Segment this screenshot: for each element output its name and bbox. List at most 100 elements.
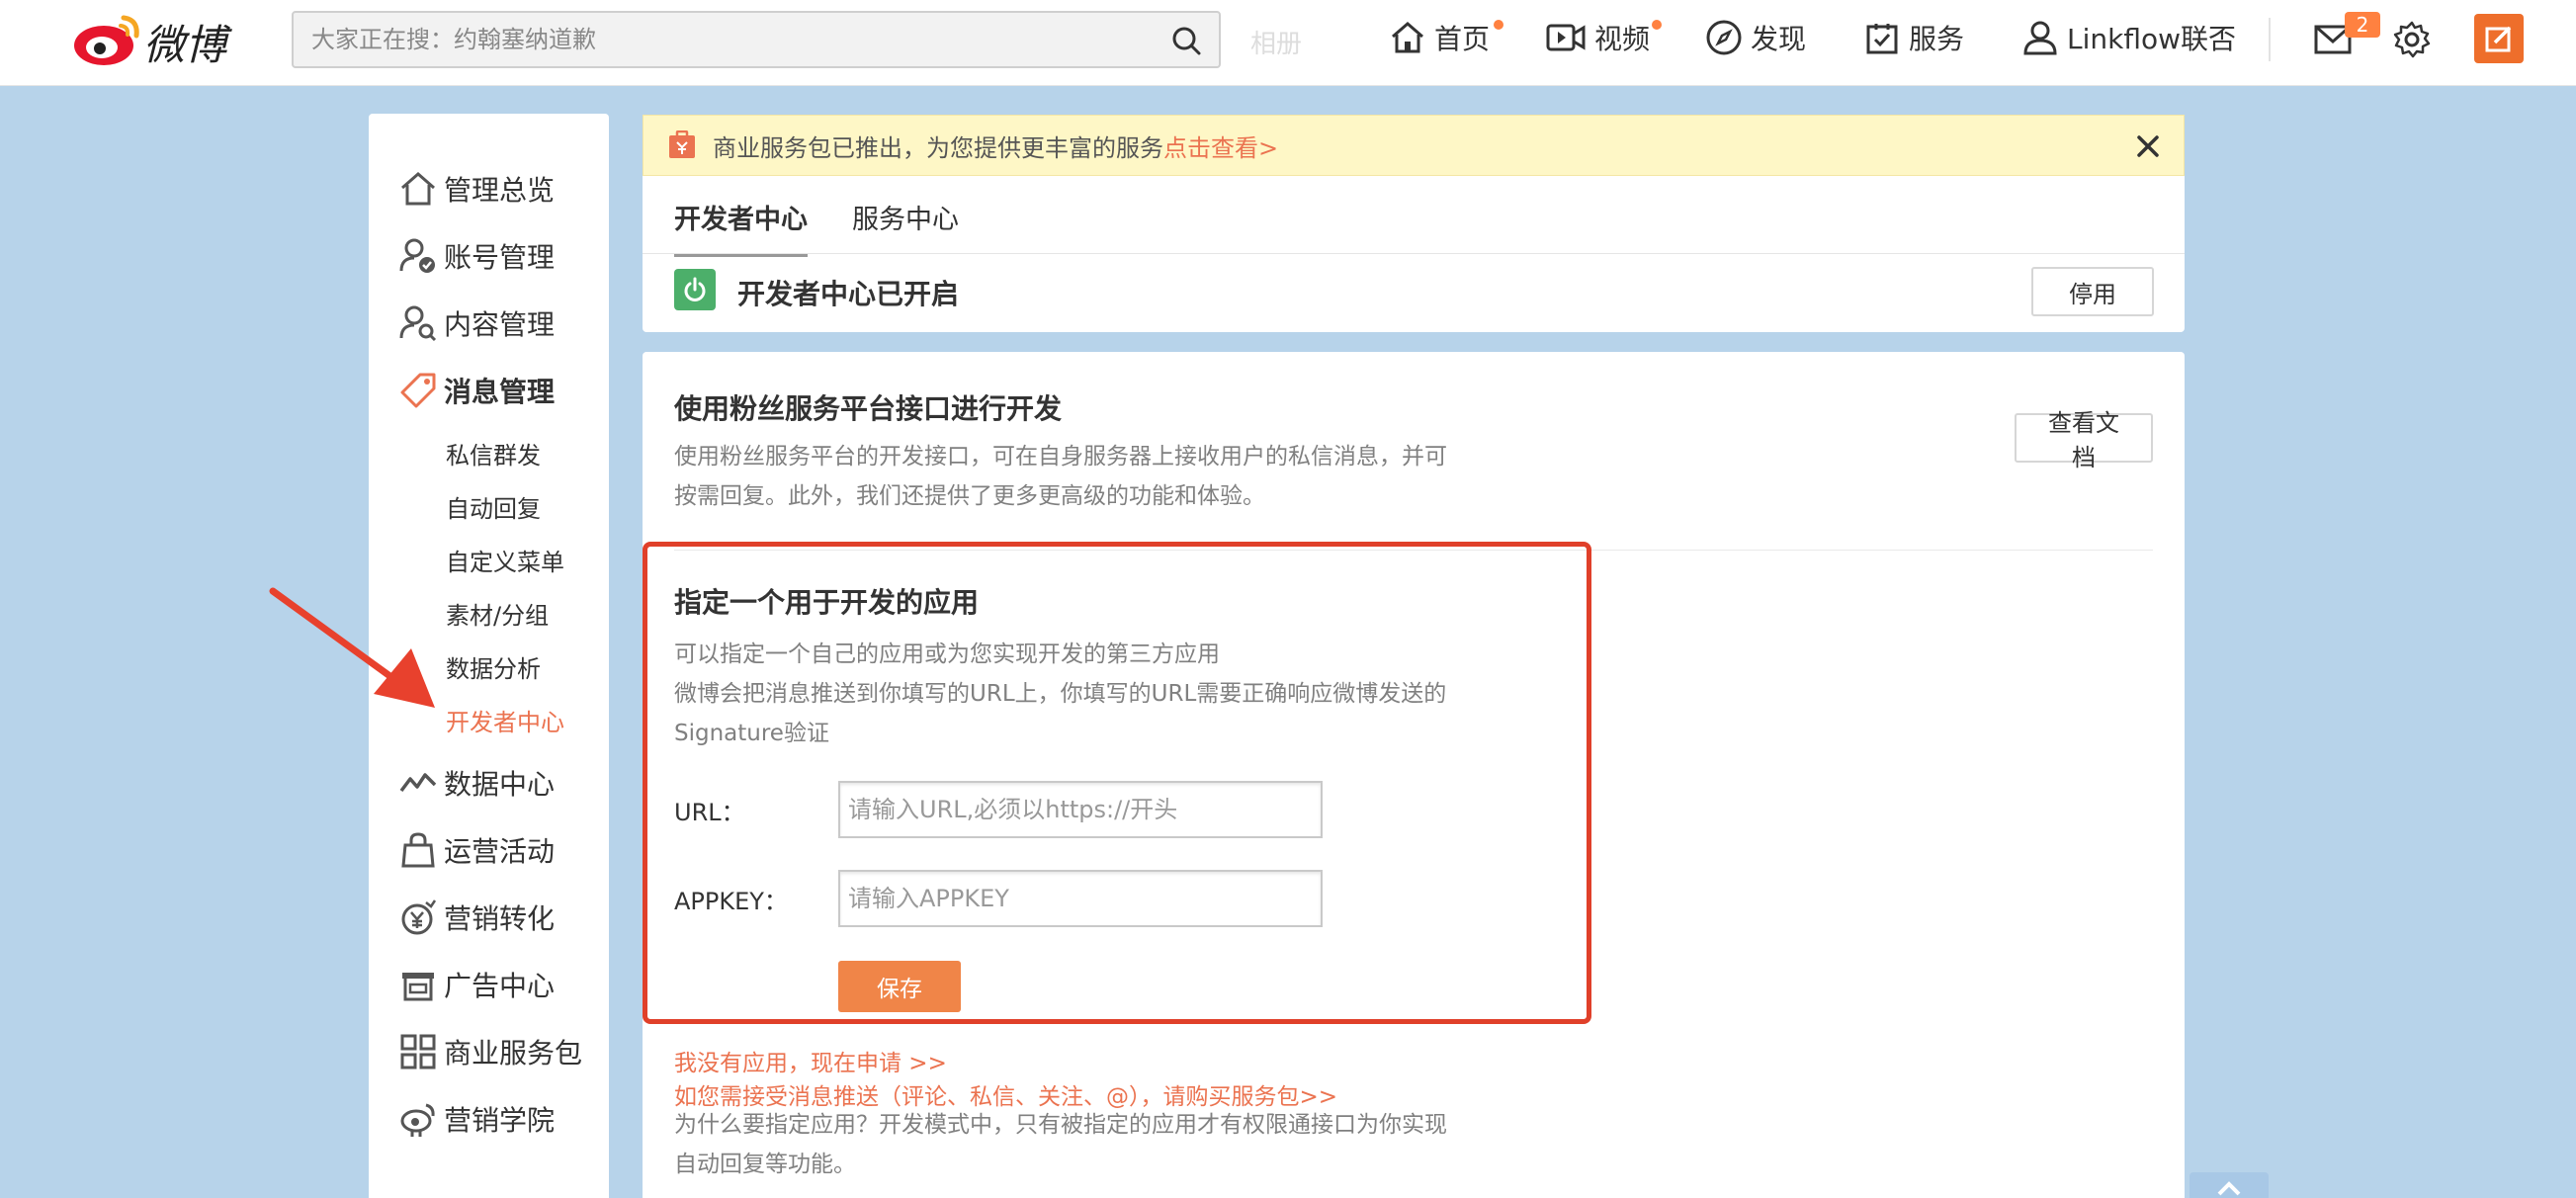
shopping-bag-icon bbox=[401, 832, 435, 868]
developer-status-panel: 开发者中心 服务中心 开发者中心已开启 停用 bbox=[643, 176, 2185, 332]
intro-description: 使用粉丝服务平台的开发接口，可在自身服务器上接收用户的私信消息，并可 按需回复。… bbox=[674, 437, 1524, 516]
power-status-icon bbox=[674, 269, 716, 310]
app-form-description: 可以指定一个自己的应用或为您实现开发的第三方应用 微博会把消息推送到你填写的UR… bbox=[674, 635, 1524, 753]
sidebar-subitem-mass-message[interactable]: 私信群发 bbox=[446, 436, 541, 471]
appkey-label: APPKEY： bbox=[674, 888, 788, 915]
search-icon[interactable] bbox=[1171, 26, 1201, 55]
grid-icon bbox=[400, 1034, 436, 1070]
view-docs-button[interactable]: 查看文档 bbox=[2015, 409, 2153, 471]
back-to-top-button[interactable] bbox=[2190, 1172, 2269, 1198]
sidebar-item-label: 消息管理 bbox=[444, 376, 556, 408]
storefront-icon bbox=[402, 973, 434, 1001]
compose-button[interactable] bbox=[2474, 14, 2524, 63]
disable-button[interactable]: 停用 bbox=[2031, 267, 2154, 316]
business-package-notice: 商业服务包已推出，为您提供更丰富的服务 点击查看> bbox=[643, 115, 2185, 176]
notice-view-link[interactable]: 点击查看> bbox=[1163, 128, 1278, 163]
nav-user-profile[interactable]: Linkflow联否 bbox=[2021, 16, 2236, 59]
home-new-dot bbox=[1494, 20, 1503, 30]
video-new-dot bbox=[1652, 20, 1662, 30]
nav-discover[interactable]: 发现 bbox=[1705, 16, 1806, 59]
search-input[interactable] bbox=[311, 13, 1142, 66]
sidebar-item-business-package[interactable]: 商业服务包 bbox=[398, 1030, 582, 1073]
app-form-desc-line: Signature验证 bbox=[674, 721, 829, 746]
developer-config-panel: 使用粉丝服务平台接口进行开发 使用粉丝服务平台的开发接口，可在自身服务器上接收用… bbox=[643, 352, 2185, 1198]
sidebar-item-label: 运营活动 bbox=[444, 835, 556, 868]
why-specify-app-text: 为什么要指定应用？开发模式中，只有被指定的应用才有权限通接口为你实现 自动回复等… bbox=[674, 1105, 1524, 1184]
nav-discover-label: 发现 bbox=[1751, 23, 1807, 55]
home-icon bbox=[401, 172, 435, 206]
nav-home-label: 首页 bbox=[1434, 23, 1491, 55]
chevron-up-icon bbox=[2217, 1181, 2241, 1196]
user-check-icon bbox=[399, 238, 435, 273]
sidebar-item-data-center[interactable]: 数据中心 bbox=[398, 761, 555, 805]
sidebar-item-label: 营销转化 bbox=[444, 902, 556, 935]
nav-service[interactable]: 服务 bbox=[1863, 16, 1964, 59]
service-clipboard-icon bbox=[1866, 24, 1898, 54]
why-text-line: 为什么要指定应用？开发模式中，只有被指定的应用才有权限通接口为你实现 bbox=[674, 1112, 1447, 1138]
tab-service-center[interactable]: 服务中心 bbox=[852, 198, 959, 254]
sidebar-subitem-custom-menu[interactable]: 自定义菜单 bbox=[446, 543, 564, 577]
sidebar-item-label: 数据中心 bbox=[444, 768, 556, 801]
intro-title: 使用粉丝服务平台接口进行开发 bbox=[674, 392, 1063, 425]
tabs-divider bbox=[643, 253, 2185, 254]
logo-text[interactable]: 微博 bbox=[143, 12, 226, 72]
app-form-desc-line: 可以指定一个自己的应用或为您实现开发的第三方应用 bbox=[674, 642, 1220, 667]
compass-icon bbox=[1706, 20, 1742, 55]
sidebar-item-campaigns[interactable]: 运营活动 bbox=[398, 828, 555, 872]
notice-text: 商业服务包已推出，为您提供更丰富的服务 bbox=[713, 133, 1163, 162]
sidebar-item-label: 营销学院 bbox=[444, 1104, 556, 1137]
edit-icon bbox=[2485, 26, 2512, 52]
sidebar-subitem-developer-center[interactable]: 开发者中心 bbox=[446, 703, 564, 737]
nav-video-label: 视频 bbox=[1594, 23, 1651, 55]
intro-desc-line: 按需回复。此外，我们还提供了更多更高级的功能和体验。 bbox=[674, 483, 1265, 509]
nav-service-label: 服务 bbox=[1909, 23, 1965, 55]
sidebar-item-label: 管理总览 bbox=[444, 174, 556, 207]
user-search-icon bbox=[399, 305, 437, 342]
sidebar-item-conversion[interactable]: 营销转化 bbox=[398, 896, 555, 939]
sidebar-item-academy[interactable]: 营销学院 bbox=[398, 1097, 555, 1141]
sidebar-item-overview[interactable]: 管理总览 bbox=[398, 167, 555, 211]
sidebar-item-ad-center[interactable]: 广告中心 bbox=[398, 963, 555, 1006]
sidebar-item-account[interactable]: 账号管理 bbox=[398, 234, 555, 278]
gift-package-icon bbox=[669, 130, 695, 158]
trend-line-icon bbox=[399, 773, 437, 793]
sidebar-subitem-data-analysis[interactable]: 数据分析 bbox=[446, 649, 541, 684]
nav-home[interactable]: 首页 bbox=[1389, 16, 1503, 59]
developer-status-text: 开发者中心已开启 bbox=[737, 278, 960, 310]
power-icon bbox=[684, 277, 706, 301]
yen-coin-icon bbox=[401, 899, 437, 935]
gear-icon[interactable] bbox=[2392, 20, 2432, 59]
nav-user-label: Linkflow联否 bbox=[2067, 23, 2237, 55]
top-navigation-bar: 微博 相册 首页 视频 发现 bbox=[0, 0, 2576, 86]
academy-eye-icon bbox=[400, 1103, 435, 1137]
sidebar-subitem-auto-reply[interactable]: 自动回复 bbox=[446, 489, 541, 524]
save-button[interactable]: 保存 bbox=[838, 961, 961, 1012]
red-arrow-annotation bbox=[269, 587, 435, 708]
url-input[interactable] bbox=[838, 781, 1323, 838]
sidebar-item-label: 广告中心 bbox=[444, 970, 556, 1002]
sidebar-item-messages[interactable]: 消息管理 bbox=[398, 369, 555, 412]
apply-app-link[interactable]: 我没有应用，现在申请 >> bbox=[674, 1044, 947, 1077]
url-label: URL： bbox=[674, 799, 745, 826]
why-text-line: 自动回复等功能。 bbox=[674, 1152, 856, 1177]
message-count-badge: 2 bbox=[2345, 12, 2380, 38]
tab-developer-center[interactable]: 开发者中心 bbox=[674, 198, 808, 257]
tag-icon bbox=[400, 373, 436, 408]
album-tab-faded: 相册 bbox=[1250, 30, 1303, 59]
search-box bbox=[292, 11, 1221, 68]
app-form-title: 指定一个用于开发的应用 bbox=[674, 586, 980, 619]
nav-divider bbox=[2269, 18, 2271, 61]
close-icon[interactable] bbox=[2134, 132, 2162, 160]
intro-desc-line: 使用粉丝服务平台的开发接口，可在自身服务器上接收用户的私信消息，并可 bbox=[674, 444, 1447, 470]
home-icon bbox=[1392, 22, 1423, 53]
sidebar-subitem-materials[interactable]: 素材/分组 bbox=[446, 596, 549, 631]
sidebar-item-label: 账号管理 bbox=[444, 241, 556, 274]
app-form-desc-line: 微博会把消息推送到你填写的URL上，你填写的URL需要正确响应微博发送的 bbox=[674, 681, 1447, 707]
nav-video[interactable]: 视频 bbox=[1545, 16, 1662, 59]
user-icon bbox=[2023, 21, 2057, 55]
sidebar-item-label: 内容管理 bbox=[444, 308, 556, 341]
video-icon bbox=[1546, 24, 1586, 51]
appkey-input[interactable] bbox=[838, 870, 1323, 927]
sidebar-item-label: 商业服务包 bbox=[444, 1037, 583, 1070]
sidebar-item-content[interactable]: 内容管理 bbox=[398, 301, 555, 345]
